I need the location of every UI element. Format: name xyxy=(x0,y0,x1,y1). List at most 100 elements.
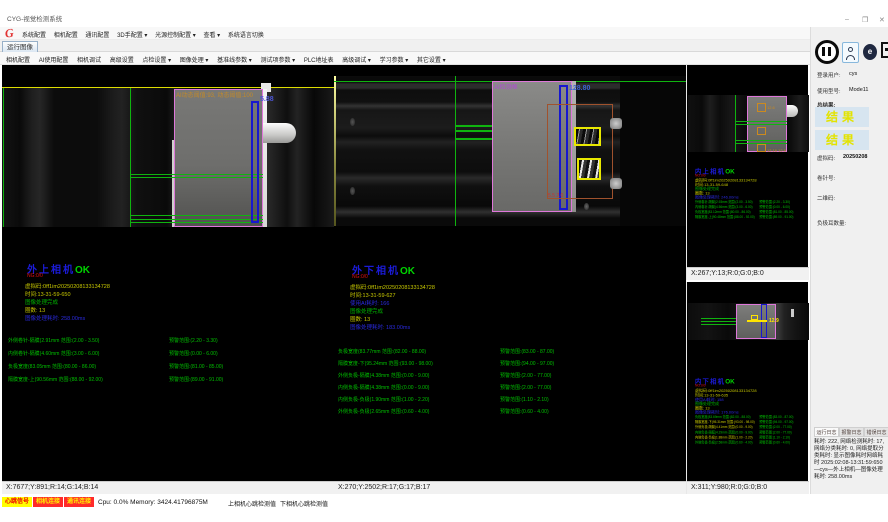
close-button[interactable]: ✕ xyxy=(879,16,885,24)
measurement-row: 内侧卷针-隔膜(4.60mm 范围:(3.00 - 6.00)预警范围:(0.0… xyxy=(2,350,334,358)
window-title: CYG-视觉检测系统 xyxy=(7,13,62,23)
mini-results: 内上相机OK NG:0/0 虚拟码:0ff1im2025020813313472… xyxy=(695,167,815,268)
bolt xyxy=(350,187,355,195)
green-measure-line-4 xyxy=(130,219,263,220)
blue-measure-label: 5.88 xyxy=(260,96,274,103)
time-line: 时间:13-31-59-627 xyxy=(350,291,396,299)
white-edge-line xyxy=(172,140,174,227)
menu-light-config[interactable]: 光源控制配置 ▾ xyxy=(155,33,196,39)
red-measure-label: 5.5 2.0 xyxy=(548,193,563,199)
control-sidebar: e 登录用户: cys 使用型号: Mode11 总结果: 结果 结果 虚拟码:… xyxy=(810,27,888,505)
camera-view-outer-upper[interactable]: AI动态阈值:93, 动态阈值:100 5.88 外上相机OK NG:0/0 虚… xyxy=(2,65,334,494)
elapsed-line: 图像处理耗时: 183.00ms xyxy=(350,323,410,331)
tab-bar xyxy=(0,40,888,52)
pixel-status-bar: X:267;Y:13;R:0;G:0;B:0 xyxy=(687,267,809,280)
model-label: 使用型号: xyxy=(817,87,841,95)
log-tab-run[interactable]: 运行日志 xyxy=(814,427,839,437)
green-measure-line-2 xyxy=(130,177,263,178)
camera-ok-status: OK xyxy=(400,266,415,277)
measurement-row: 隔膜宽度-下(95.24mm 范围:(93.00 - 98.00)预警范围:(9… xyxy=(334,360,686,368)
green-vertical-line xyxy=(455,76,456,226)
tool-camera-debug[interactable]: 相机调试 xyxy=(77,58,101,64)
tab-run-image[interactable]: 运行图像 xyxy=(2,41,38,52)
tool-advanced-settings[interactable]: 高级设置 xyxy=(110,58,134,64)
measurement-row: 外侧负极-负极(2.65mm 范围:(0.60 - 4.00)预警范围:(0.6… xyxy=(334,408,686,416)
roi-square-1 xyxy=(757,103,766,112)
cam-down-heartbeat: 下相机心跳检测值 xyxy=(280,499,328,508)
image-right-section xyxy=(267,88,334,227)
camera-conn-badge: 相机连接 xyxy=(33,497,63,507)
menu-language[interactable]: 系统语言切换 xyxy=(228,33,264,39)
pause-icon xyxy=(822,47,825,56)
camera-ng-count: NG:0/0 xyxy=(27,273,43,279)
virtual-code-line: 虚拟码:0ff1im20250208133134728 xyxy=(25,282,110,290)
green-measure-line-1 xyxy=(735,121,787,122)
pause-button[interactable] xyxy=(815,40,839,64)
image-right-dark xyxy=(620,76,686,226)
ai-rect-label: AI检测框 xyxy=(494,82,518,91)
measurement-row: 负极宽度(83.05mm 范围:(80.00 - 86.00)预警范围:(81.… xyxy=(2,363,334,371)
camera-view-inner-lower[interactable]: 12.9 内下相机OK NG:0/0 虚拟码:0ff1im20250208133… xyxy=(686,282,808,494)
green-measure-line-2 xyxy=(735,124,787,125)
log-tab-error[interactable]: 错误日志 xyxy=(864,427,888,437)
pixel-status-bar: X:270;Y:2502;R:17;G:17;B:17 xyxy=(334,481,686,494)
menu-comm-config[interactable]: 通讯配置 xyxy=(85,33,109,39)
model-value: Mode11 xyxy=(849,87,868,93)
green-edge-line xyxy=(3,88,4,227)
heartbeat-badge: 心跳信号 xyxy=(2,497,32,507)
bottom-status-bar: 心跳信号 相机连接 通讯连接 Cpu: 0.0% Memory: 3424.41… xyxy=(0,494,888,522)
electrode-tab xyxy=(263,123,296,143)
measurement-row: 内侧负极-隔膜(4.38mm 范围:(0.00 - 9.00)预警范围:(2.0… xyxy=(334,384,686,392)
tool-spot-check[interactable]: 点检设置 ▾ xyxy=(142,58,171,64)
turns-line: 圈数: 13 xyxy=(25,306,45,314)
tool-advanced-debug[interactable]: 高级调试 ▾ xyxy=(342,58,371,64)
measurement-row: 外侧卷针-隔膜(2.91mm 范围:(2.00 - 3.50)预警范围:(2.2… xyxy=(2,337,334,345)
menu-3d-config[interactable]: 3D手配置 ▾ xyxy=(117,33,147,39)
tool-baseline-params[interactable]: 基准线参数 ▾ xyxy=(217,58,252,64)
pixel-status-bar: X:311;Y:980;R:0;G:0;B:0 xyxy=(687,481,809,494)
done-line: 图像处理完成 xyxy=(350,307,383,315)
tool-image-process[interactable]: 图像处理 ▾ xyxy=(180,58,209,64)
camera-view-outer-lower[interactable]: AI检测框 128.80 5.5 2.0 外下相机OK NG:0/0 虚拟码:0… xyxy=(334,65,686,494)
menu-system-config[interactable]: 系统配置 xyxy=(22,33,46,39)
tool-ai-config[interactable]: AI使用配置 xyxy=(39,58,69,64)
green-measure-line-1 xyxy=(130,174,263,175)
brown-roi-rect xyxy=(547,104,613,199)
code-label: 虚拟码: xyxy=(817,154,835,162)
roi-square-3 xyxy=(757,144,766,152)
tool-plc-address[interactable]: PLC地址表 xyxy=(304,58,334,64)
bolt xyxy=(584,203,589,210)
menu-camera-config[interactable]: 相机配置 xyxy=(54,33,78,39)
e-stop-button[interactable]: e xyxy=(863,44,877,60)
tool-learn-params[interactable]: 学习参数 ▾ xyxy=(380,58,409,64)
maximize-button[interactable]: ❐ xyxy=(862,16,868,24)
green-measure-line-2 xyxy=(455,130,495,132)
user-button[interactable] xyxy=(842,42,859,63)
menu-view[interactable]: 查看 ▾ xyxy=(203,33,220,39)
yellow-edge-line xyxy=(334,76,336,226)
warning-label: 12.9 xyxy=(769,318,779,324)
mini-results: 内下相机OK NG:0/0 虚拟码:0ff1im2025020813313472… xyxy=(695,377,815,478)
pixel-status-bar: X:7677;Y:891;R:14;G:14;B:14 xyxy=(2,481,334,494)
comm-conn-badge: 通讯连接 xyxy=(64,497,94,507)
result-box-2: 结果 xyxy=(815,130,869,150)
tool-test-params[interactable]: 测试项参数 ▾ xyxy=(260,58,295,64)
green-vertical-line xyxy=(130,88,131,227)
login-value: cys xyxy=(849,71,857,77)
yellow-guide-line xyxy=(2,87,334,88)
tool-other-settings[interactable]: 其它设置 ▾ xyxy=(417,58,446,64)
turns-line: 圈数: 13 xyxy=(350,315,370,323)
bright-speck xyxy=(791,309,794,317)
metal-lug xyxy=(610,118,622,129)
camera-ok-status: OK xyxy=(75,265,90,276)
measurement-row: 隔膜宽度-上(90.56mm 范围:(88.00 - 92.00)预警范围:(8… xyxy=(2,376,334,384)
tool-camera-config[interactable]: 相机配置 xyxy=(6,58,30,64)
camera-view-inner-upper[interactable]: 12.6 12.16 12.9 内上相机OK NG:0/0 虚拟码:0ff1im… xyxy=(686,65,808,280)
green-measure-line-3 xyxy=(130,215,263,216)
result-box-1: 结果 xyxy=(815,107,869,127)
tab-count-label: 负极耳数量: xyxy=(817,219,846,227)
log-tab-alarm[interactable]: 报警日志 xyxy=(839,427,864,437)
app-window: CYG-视觉检测系统 – ❐ ✕ G 系统配置 相机配置 通讯配置 3D手配置 … xyxy=(0,0,888,522)
log-text: 耗时: 222, 网络检测耗时: 17, 网络分类耗时: 0, 网络提取分类耗时… xyxy=(814,439,884,481)
minimize-button[interactable]: – xyxy=(845,16,849,23)
